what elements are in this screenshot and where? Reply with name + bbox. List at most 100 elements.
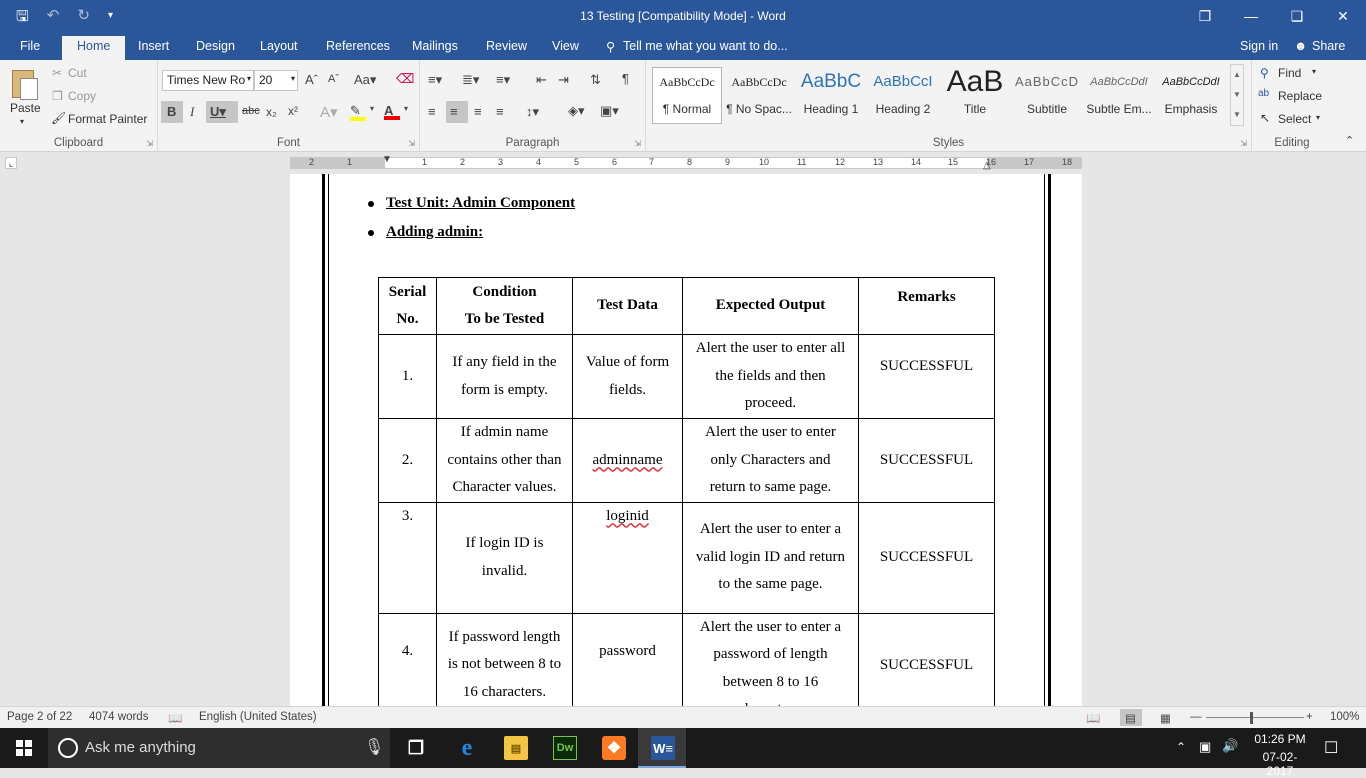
font-color-icon[interactable]: A bbox=[384, 103, 400, 120]
indent-marker-icon[interactable]: ▼ bbox=[382, 154, 392, 165]
align-right-icon[interactable]: ≡ bbox=[474, 104, 482, 119]
microphone-icon[interactable]: 🎙 bbox=[364, 737, 384, 757]
styles-scroll[interactable]: ▲ ▼ ▼ bbox=[1230, 64, 1244, 126]
font-name-dropdown-icon[interactable]: ▾ bbox=[247, 74, 251, 83]
decrease-indent-icon[interactable]: ⇤ bbox=[536, 72, 547, 88]
tab-home[interactable]: Home bbox=[62, 36, 126, 60]
subscript-icon[interactable]: x₂ bbox=[266, 105, 277, 119]
dreamweaver-icon[interactable]: Dw bbox=[553, 736, 577, 760]
shading-icon[interactable]: ◈▾ bbox=[568, 103, 585, 119]
tab-references[interactable]: References bbox=[326, 39, 390, 53]
notifications-icon[interactable]: ☐ bbox=[1324, 738, 1338, 758]
print-layout-icon[interactable]: ▤ bbox=[1125, 711, 1136, 725]
tab-design[interactable]: Design bbox=[196, 39, 235, 53]
bold-icon[interactable]: B bbox=[167, 104, 176, 119]
underline-icon[interactable]: U▾ bbox=[210, 104, 226, 120]
collapse-ribbon-icon[interactable]: ⌃ bbox=[1345, 134, 1354, 147]
paste-icon[interactable] bbox=[8, 66, 40, 102]
style-emphasis[interactable]: AaBbCcDdI Emphasis bbox=[1156, 68, 1226, 123]
borders-icon[interactable]: ▣▾ bbox=[600, 103, 619, 119]
restore-icon[interactable]: ❑ bbox=[1274, 0, 1320, 32]
change-case-icon[interactable]: Aa▾ bbox=[354, 72, 376, 88]
shrink-font-icon[interactable]: Aˇ bbox=[328, 73, 339, 85]
tab-mailings[interactable]: Mailings bbox=[412, 39, 458, 53]
windows-start-icon[interactable] bbox=[16, 740, 32, 756]
paste-button[interactable]: Paste bbox=[10, 101, 41, 115]
edge-icon[interactable]: e bbox=[455, 735, 479, 761]
tab-layout[interactable]: Layout bbox=[260, 39, 298, 53]
share-button[interactable]: Share bbox=[1312, 39, 1345, 53]
file-explorer-icon[interactable]: ▤ bbox=[504, 736, 528, 760]
language[interactable]: English (United States) bbox=[199, 711, 317, 723]
sign-in-link[interactable]: Sign in bbox=[1240, 39, 1278, 53]
increase-indent-icon[interactable]: ⇥ bbox=[558, 72, 569, 88]
select-button[interactable]: Select bbox=[1278, 112, 1311, 126]
style-title[interactable]: AaB Title bbox=[940, 68, 1010, 123]
volume-icon[interactable]: 🔊 bbox=[1222, 738, 1238, 754]
style-heading-1[interactable]: AaBbC Heading 1 bbox=[796, 68, 866, 123]
font-size-dropdown-icon[interactable]: ▾ bbox=[291, 74, 295, 83]
superscript-icon[interactable]: x² bbox=[288, 104, 298, 118]
highlight-icon[interactable]: ✎ bbox=[350, 103, 366, 121]
tab-view[interactable]: View bbox=[552, 39, 579, 53]
clock-date[interactable]: 07-02-2017 bbox=[1250, 750, 1310, 778]
tab-selector-icon[interactable]: ⌞ bbox=[5, 157, 17, 169]
clock-time[interactable]: 01:26 PM bbox=[1250, 732, 1310, 746]
find-dropdown-icon[interactable]: ▾ bbox=[1312, 67, 1316, 76]
close-icon[interactable]: ✕ bbox=[1320, 0, 1366, 32]
format-painter-button[interactable]: Format Painter bbox=[68, 112, 147, 126]
cortana-search[interactable]: Ask me anything 🎙 bbox=[48, 728, 390, 768]
font-launcher-icon[interactable]: ⇲ bbox=[408, 139, 415, 148]
tab-file[interactable]: File bbox=[20, 39, 40, 53]
clipboard-launcher-icon[interactable]: ⇲ bbox=[146, 139, 153, 148]
zoom-out-icon[interactable]: — bbox=[1190, 711, 1202, 723]
bullets-icon[interactable]: ≡▾ bbox=[428, 72, 442, 88]
document-page[interactable]: Test Unit: Admin Component Adding admin:… bbox=[290, 174, 1082, 706]
replace-button[interactable]: Replace bbox=[1278, 89, 1322, 103]
tab-insert[interactable]: Insert bbox=[138, 39, 169, 53]
clear-formatting-icon[interactable]: ⌫ bbox=[396, 71, 414, 87]
line-spacing-icon[interactable]: ↕▾ bbox=[526, 104, 539, 120]
paste-dropdown-icon[interactable]: ▾ bbox=[20, 117, 24, 126]
align-left-icon[interactable]: ≡ bbox=[428, 104, 436, 119]
justify-icon[interactable]: ≡ bbox=[496, 104, 504, 119]
zoom-in-icon[interactable]: + bbox=[1306, 711, 1313, 723]
zoom-level[interactable]: 100% bbox=[1330, 711, 1359, 723]
grow-font-icon[interactable]: Aˆ bbox=[305, 72, 318, 87]
strikethrough-icon[interactable]: abc bbox=[242, 105, 260, 117]
show-hidden-icons-icon[interactable]: ⌃ bbox=[1176, 740, 1186, 754]
style-heading-2[interactable]: AaBbCcI Heading 2 bbox=[868, 68, 938, 123]
find-button[interactable]: Find bbox=[1278, 66, 1301, 80]
proofing-icon[interactable]: 📖 bbox=[168, 711, 182, 725]
styles-down-icon[interactable]: ▼ bbox=[1231, 85, 1243, 105]
style-subtitle[interactable]: AaBbCcD Subtitle bbox=[1012, 68, 1082, 123]
styles-up-icon[interactable]: ▲ bbox=[1231, 65, 1243, 85]
highlight-dropdown-icon[interactable]: ▾ bbox=[370, 104, 374, 113]
align-center-icon[interactable]: ≡ bbox=[450, 104, 458, 119]
page-count[interactable]: Page 2 of 22 bbox=[7, 711, 72, 723]
multilevel-list-icon[interactable]: ≡▾ bbox=[496, 72, 510, 88]
web-layout-icon[interactable]: ▦ bbox=[1160, 711, 1171, 725]
font-size-box[interactable]: 20 ▾ bbox=[254, 70, 298, 91]
read-mode-icon[interactable]: 📖 bbox=[1086, 711, 1100, 725]
word-count[interactable]: 4074 words bbox=[89, 711, 148, 723]
font-color-dropdown-icon[interactable]: ▾ bbox=[404, 104, 408, 113]
copy-button[interactable]: Copy bbox=[68, 89, 96, 103]
italic-icon[interactable]: I bbox=[190, 104, 194, 120]
styles-launcher-icon[interactable]: ⇲ bbox=[1240, 139, 1247, 148]
task-view-icon[interactable]: ❐ bbox=[404, 736, 428, 760]
ribbon-display-icon[interactable]: ❐ bbox=[1182, 0, 1228, 32]
network-icon[interactable]: ▣ bbox=[1199, 739, 1211, 755]
word-icon[interactable]: W≡ bbox=[651, 736, 675, 760]
zoom-slider[interactable] bbox=[1206, 717, 1304, 718]
style-subtle-emphasis[interactable]: AaBbCcDdI Subtle Em... bbox=[1084, 68, 1154, 123]
horizontal-ruler[interactable]: 2 1 1 2 3 4 5 6 7 8 9 10 11 12 13 14 15 … bbox=[290, 154, 1082, 171]
right-indent-marker-icon[interactable]: △ bbox=[983, 160, 991, 171]
show-formatting-icon[interactable]: ¶ bbox=[622, 71, 629, 86]
style-no-spacing[interactable]: AaBbCcDc ¶ No Spac... bbox=[724, 68, 794, 123]
sort-icon[interactable]: ⇅ bbox=[590, 72, 601, 88]
font-name-box[interactable]: Times New Ro ▾ bbox=[162, 70, 254, 91]
select-dropdown-icon[interactable]: ▾ bbox=[1316, 113, 1320, 122]
paragraph-launcher-icon[interactable]: ⇲ bbox=[634, 139, 641, 148]
styles-more-icon[interactable]: ▼ bbox=[1231, 105, 1243, 125]
